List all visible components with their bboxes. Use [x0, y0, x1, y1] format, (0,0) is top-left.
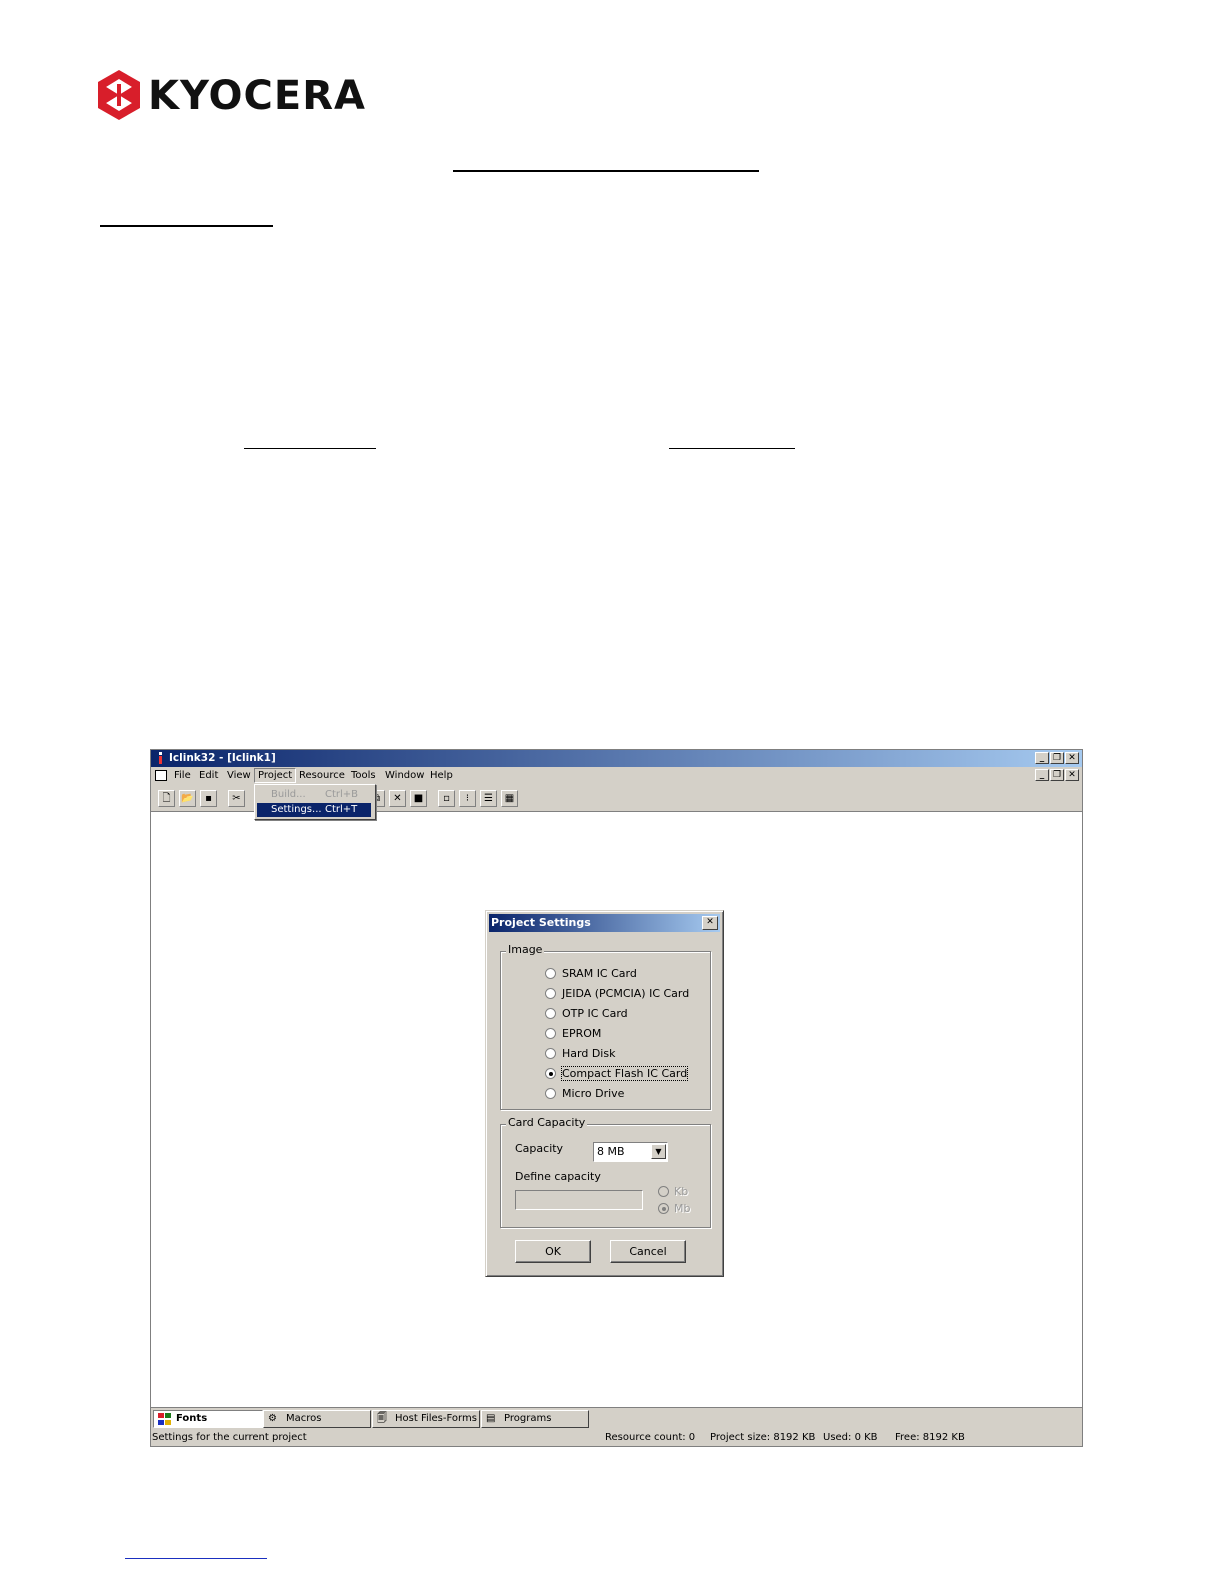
menu-window[interactable]: Window [385, 770, 424, 781]
menu-resource[interactable]: Resource [299, 770, 345, 781]
menu-file[interactable]: File [174, 770, 191, 781]
label-kb: Kb [674, 1185, 689, 1198]
minimize-button[interactable]: _ [1035, 752, 1049, 764]
delete-icon[interactable]: ✕ [389, 790, 406, 807]
radio-kb[interactable] [658, 1186, 669, 1197]
menu-bar: File Edit View Project Resource Tools Wi… [151, 767, 1082, 785]
status-resource-count: Resource count: 0 [605, 1432, 696, 1443]
close-button[interactable]: ✕ [1065, 752, 1079, 764]
chevron-down-icon[interactable]: ▼ [651, 1144, 666, 1159]
restore-button[interactable]: ❐ [1050, 752, 1064, 764]
capacity-label: Capacity [515, 1142, 564, 1155]
app-icon [159, 752, 162, 764]
child-restore-button[interactable]: ❐ [1050, 769, 1064, 781]
tab-programs-label: Programs [504, 1413, 552, 1424]
menu-project[interactable]: Project [254, 768, 297, 783]
radio-compact-flash[interactable] [545, 1068, 556, 1079]
radio-otp[interactable] [545, 1008, 556, 1019]
ok-button[interactable]: OK [515, 1240, 591, 1263]
label-otp: OTP IC Card [562, 1007, 628, 1020]
label-eprom: EPROM [562, 1027, 602, 1040]
save-icon[interactable]: ▪ [200, 790, 217, 807]
resource-tabs: Fonts ⚙ Macros 🗐 Host Files-Forms ▤ Prog… [151, 1407, 1082, 1430]
label-micro-drive: Micro Drive [562, 1087, 625, 1100]
radio-jeida[interactable] [545, 988, 556, 999]
status-project-size: Project size: 8192 KB [710, 1432, 816, 1443]
radio-hard-disk[interactable] [545, 1048, 556, 1059]
capacity-select-value: 8 MB [597, 1145, 625, 1158]
menu-view[interactable]: View [227, 770, 251, 781]
project-menu-dropdown: Build... Ctrl+B Settings... Ctrl+T [254, 784, 376, 820]
menu-item-build[interactable]: Build... Ctrl+B [257, 788, 371, 802]
properties-icon[interactable]: ■ [410, 790, 427, 807]
link-underline-1 [244, 448, 376, 449]
details-view-icon[interactable]: ▦ [501, 790, 518, 807]
label-sram: SRAM IC Card [562, 967, 637, 980]
tab-fonts[interactable]: Fonts [153, 1410, 263, 1428]
status-used: Used: 0 KB [823, 1432, 878, 1443]
subheading-underline [100, 225, 273, 227]
define-capacity-label: Define capacity [515, 1170, 601, 1183]
host-files-icon: 🗐 [377, 1413, 387, 1424]
label-hard-disk: Hard Disk [562, 1047, 616, 1060]
cut-icon[interactable]: ✂ [228, 790, 245, 807]
document-icon[interactable] [155, 770, 167, 781]
footer-link-underline [125, 1558, 267, 1559]
radio-micro-drive[interactable] [545, 1088, 556, 1099]
menu-help[interactable]: Help [430, 770, 453, 781]
menu-edit[interactable]: Edit [199, 770, 218, 781]
kyocera-logo-wordmark: KYOCERA [148, 73, 366, 119]
label-mb: Mb [674, 1202, 691, 1215]
new-icon[interactable]: 🗋 [158, 790, 175, 807]
window-title: Iclink32 - [Iclink1] [169, 752, 276, 764]
dialog-title: Project Settings [491, 916, 591, 929]
tab-macros-label: Macros [286, 1413, 322, 1424]
project-settings-dialog: Project Settings ✕ Image SRAM IC Card JE… [485, 910, 724, 1277]
tab-programs[interactable]: ▤ Programs [481, 1410, 589, 1428]
radio-eprom[interactable] [545, 1028, 556, 1039]
status-message: Settings for the current project [152, 1432, 307, 1443]
card-capacity-group-label: Card Capacity [506, 1116, 588, 1129]
kyocera-logo-mark [98, 70, 140, 120]
large-icons-icon[interactable]: ▫ [438, 790, 455, 807]
tab-fonts-label: Fonts [176, 1413, 208, 1424]
small-icons-icon[interactable]: ⁝ [459, 790, 476, 807]
status-bar: Settings for the current project Resourc… [151, 1429, 1082, 1446]
fonts-icon [158, 1413, 171, 1425]
cancel-button[interactable]: Cancel [610, 1240, 686, 1263]
dialog-close-button[interactable]: ✕ [702, 916, 718, 930]
dialog-title-bar: Project Settings ✕ [489, 914, 720, 932]
label-jeida: JEIDA (PCMCIA) IC Card [562, 987, 690, 1000]
tab-host-files-forms[interactable]: 🗐 Host Files-Forms [372, 1410, 480, 1428]
capacity-select[interactable]: 8 MB ▼ [593, 1142, 668, 1162]
radio-sram[interactable] [545, 968, 556, 979]
link-underline-2 [669, 448, 795, 449]
image-group-label: Image [506, 943, 545, 956]
status-free: Free: 8192 KB [895, 1432, 965, 1443]
macros-icon: ⚙ [268, 1413, 277, 1424]
open-icon[interactable]: 📂 [179, 790, 196, 807]
child-close-button[interactable]: ✕ [1065, 769, 1079, 781]
iclink-window: Iclink32 - [Iclink1] _ ❐ ✕ File Edit Vie… [150, 749, 1083, 1447]
label-compact-flash: Compact Flash IC Card [560, 1066, 689, 1081]
menu-item-settings[interactable]: Settings... Ctrl+T [257, 803, 371, 817]
title-bar: Iclink32 - [Iclink1] _ ❐ ✕ [151, 750, 1082, 767]
child-minimize-button[interactable]: _ [1035, 769, 1049, 781]
menu-tools[interactable]: Tools [351, 770, 376, 781]
list-view-icon[interactable]: ☰ [480, 790, 497, 807]
define-capacity-input[interactable] [515, 1190, 643, 1210]
programs-icon: ▤ [486, 1413, 496, 1424]
heading-underline [453, 170, 759, 172]
tab-macros[interactable]: ⚙ Macros [263, 1410, 371, 1428]
tab-host-files-forms-label: Host Files-Forms [395, 1413, 477, 1424]
radio-mb[interactable] [658, 1203, 669, 1214]
